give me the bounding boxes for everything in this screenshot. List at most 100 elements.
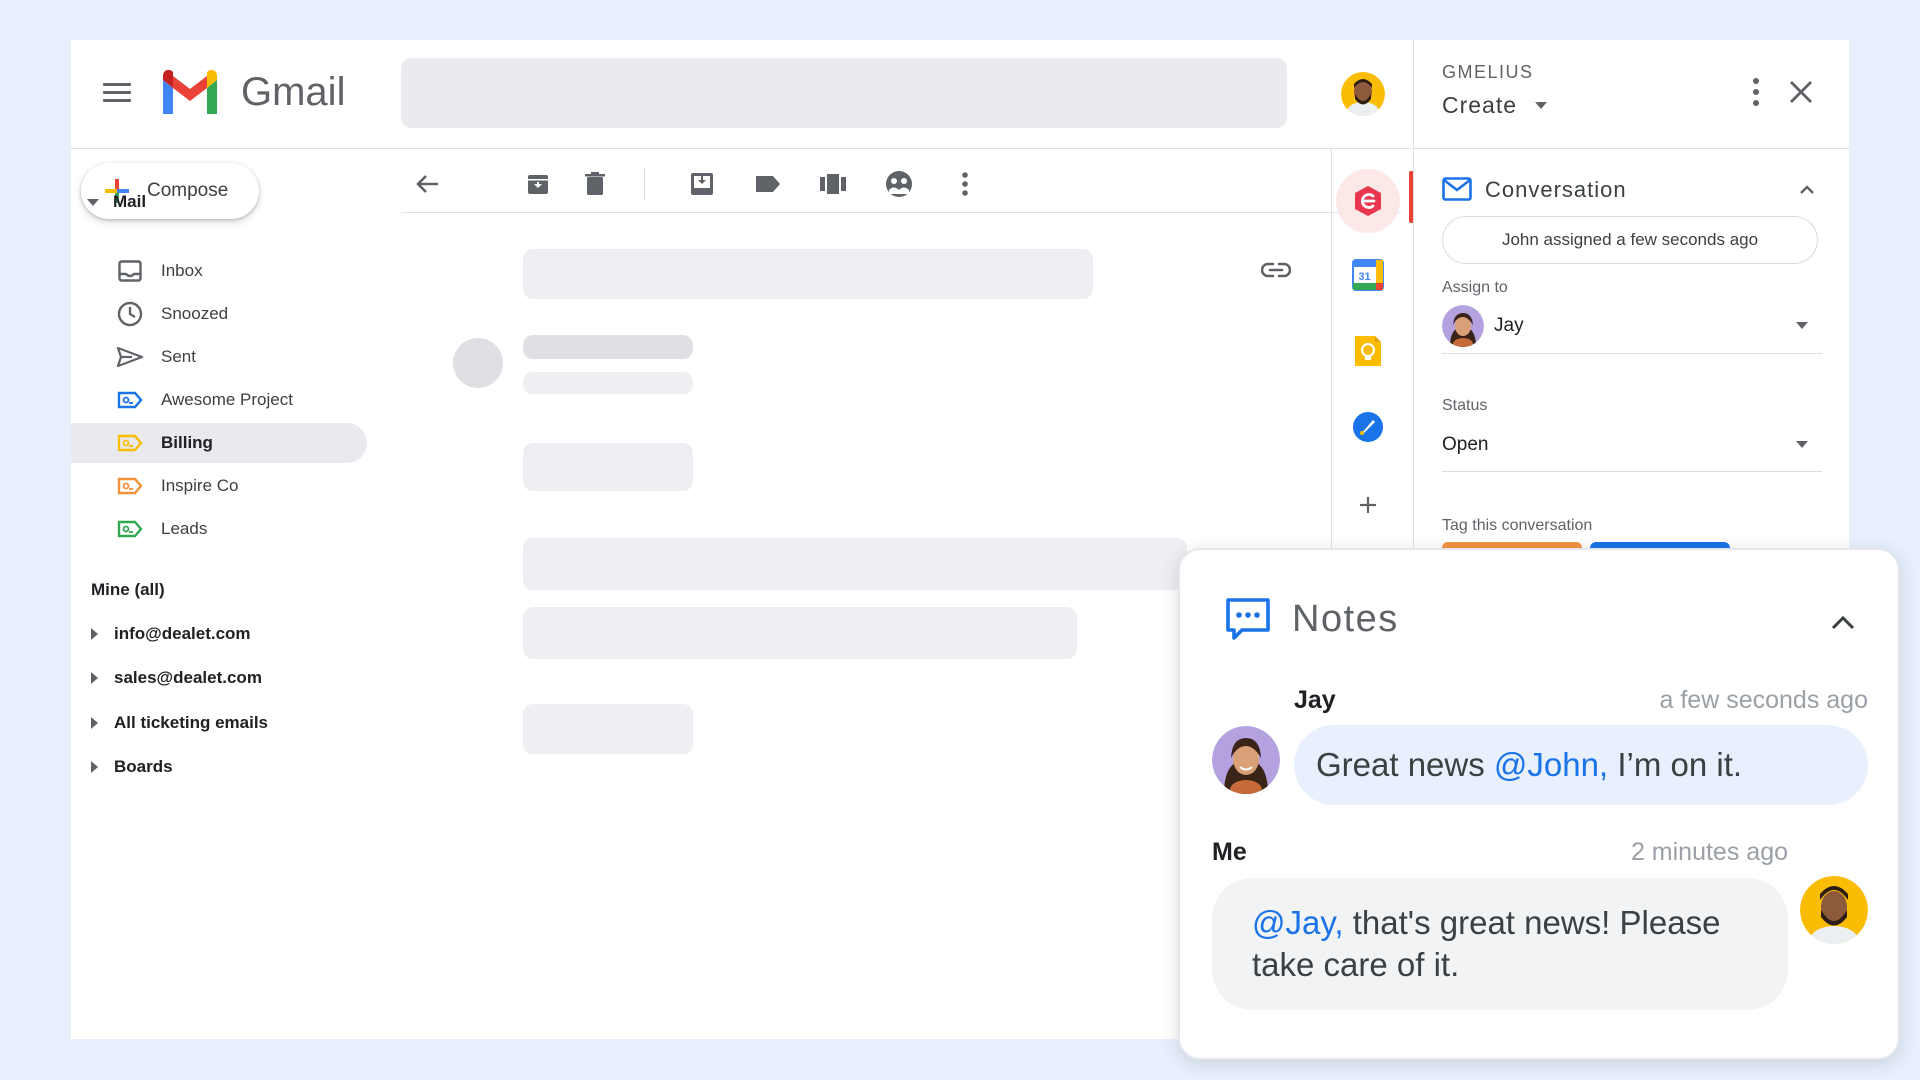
header-divider [71,148,1411,149]
nav-item-label: Sent [161,347,196,366]
shared-icon[interactable] [883,168,915,200]
mention-link[interactable]: @John, [1494,746,1608,783]
mail-section-header[interactable]: Mail [87,192,146,212]
conversation-title: Conversation [1485,177,1627,202]
toolbar-divider [401,212,1401,213]
nav-item-inspire-co[interactable]: Inspire Co [71,466,367,506]
archive-icon[interactable] [522,168,554,200]
keep-icon[interactable] [1343,326,1393,376]
collapse-icon [87,198,99,206]
create-dropdown[interactable]: Create [1442,92,1548,119]
account-avatar[interactable] [1341,72,1385,116]
inbox-icon [116,259,144,283]
subject-placeholder [523,249,1093,299]
link-icon[interactable] [1261,258,1291,282]
label-icon[interactable] [752,168,784,200]
group-item-boards[interactable]: Boards [91,757,173,777]
note-timestamp: 2 minutes ago [1630,838,1788,866]
group-label: All ticketing emails [114,713,268,732]
expand-icon [91,717,98,729]
chevron-down-icon [1796,322,1808,329]
more-vert-icon[interactable] [949,168,981,200]
expand-icon [91,761,98,773]
assign-to-dropdown[interactable]: Jay [1442,298,1822,354]
main-menu-icon[interactable] [103,80,131,104]
sender-name-placeholder [523,335,693,359]
calendar-icon[interactable]: 31 [1343,250,1393,300]
tasks-icon[interactable] [1343,402,1393,452]
body-line-placeholder [523,538,1187,590]
nav-item-billing[interactable]: Billing [71,423,367,463]
toolbar-divider [644,168,645,200]
nav-item-label: Awesome Project [161,390,293,409]
nav-item-sent[interactable]: Sent [71,337,367,377]
gmail-logo-icon [163,69,217,114]
chevron-down-icon [1796,441,1808,448]
group-label: sales@dealet.com [114,668,262,687]
chevron-up-icon[interactable] [1799,184,1815,194]
clock-icon [116,301,144,327]
status-dropdown[interactable]: Open [1442,418,1822,472]
expand-icon [91,628,98,640]
group-item-ticketing[interactable]: All ticketing emails [91,713,268,733]
body-line-placeholder [523,607,1077,659]
delete-icon[interactable] [579,168,611,200]
nav-item-snoozed[interactable]: Snoozed [71,294,367,334]
kanban-icon[interactable] [817,168,849,200]
nav-item-label: Snoozed [161,304,229,323]
assign-to-label: Assign to [1442,279,1508,296]
note-bubble: @Jay, that's great news! Please take car… [1212,878,1788,1010]
calendar-day: 31 [1358,271,1370,283]
mention-link[interactable]: @Jay, [1252,904,1344,941]
label-icon [116,474,144,498]
chevron-up-icon[interactable] [1830,614,1856,630]
note-text: I’m on it. [1608,746,1743,783]
body-line-placeholder [523,704,693,754]
note-bubble: Great news @John, I’m on it. [1294,725,1868,805]
gmelius-brand: GMELIUS [1442,62,1534,82]
assignment-status-pill: John assigned a few seconds ago [1442,216,1818,264]
close-icon[interactable] [1787,78,1815,106]
mail-section-label: Mail [113,192,147,211]
notes-panel: Notes Jay a few seconds ago Great news @… [1178,548,1900,1060]
add-icon[interactable] [1343,480,1393,530]
chevron-down-icon [1535,102,1548,109]
group-label: info@dealet.com [114,624,251,643]
back-arrow-icon[interactable] [412,168,444,200]
nav-item-leads[interactable]: Leads [71,509,367,549]
side-header-divider [1414,148,1849,149]
assignee-avatar [1442,304,1484,347]
status-label: Status [1442,397,1488,414]
search-input[interactable] [401,58,1287,128]
nav-item-label: Leads [161,519,208,538]
note-text: Great news [1316,746,1494,783]
gmail-wordmark: Gmail [241,70,346,114]
note-author: Me [1212,838,1247,866]
more-vert-icon[interactable] [1744,74,1768,110]
label-icon [116,517,144,541]
group-label: Boards [114,757,173,776]
body-line-placeholder [523,443,693,491]
nav-item-label: Inbox [161,261,203,280]
status-value: Open [1442,433,1489,455]
nav-item-label: Inspire Co [161,476,239,495]
note-author: Jay [1294,686,1336,714]
group-item-info[interactable]: info@dealet.com [91,624,251,644]
move-to-inbox-icon[interactable] [686,168,718,200]
label-icon [116,431,144,455]
mine-section-header[interactable]: Mine (all) [91,580,165,600]
tag-conversation-label: Tag this conversation [1442,517,1593,534]
mail-icon [1442,177,1472,201]
nav-item-awesome-project[interactable]: Awesome Project [71,380,367,420]
nav-item-label: Billing [161,433,213,452]
expand-icon [91,672,98,684]
compose-label: Compose [147,180,229,201]
me-avatar [1800,876,1868,944]
label-icon [116,388,144,412]
nav-item-inbox[interactable]: Inbox [71,251,367,291]
gmelius-icon[interactable] [1336,169,1400,233]
assignee-name: Jay [1494,314,1524,336]
group-item-sales[interactable]: sales@dealet.com [91,668,262,688]
jay-avatar [1212,726,1280,794]
sender-avatar-placeholder [453,338,503,388]
